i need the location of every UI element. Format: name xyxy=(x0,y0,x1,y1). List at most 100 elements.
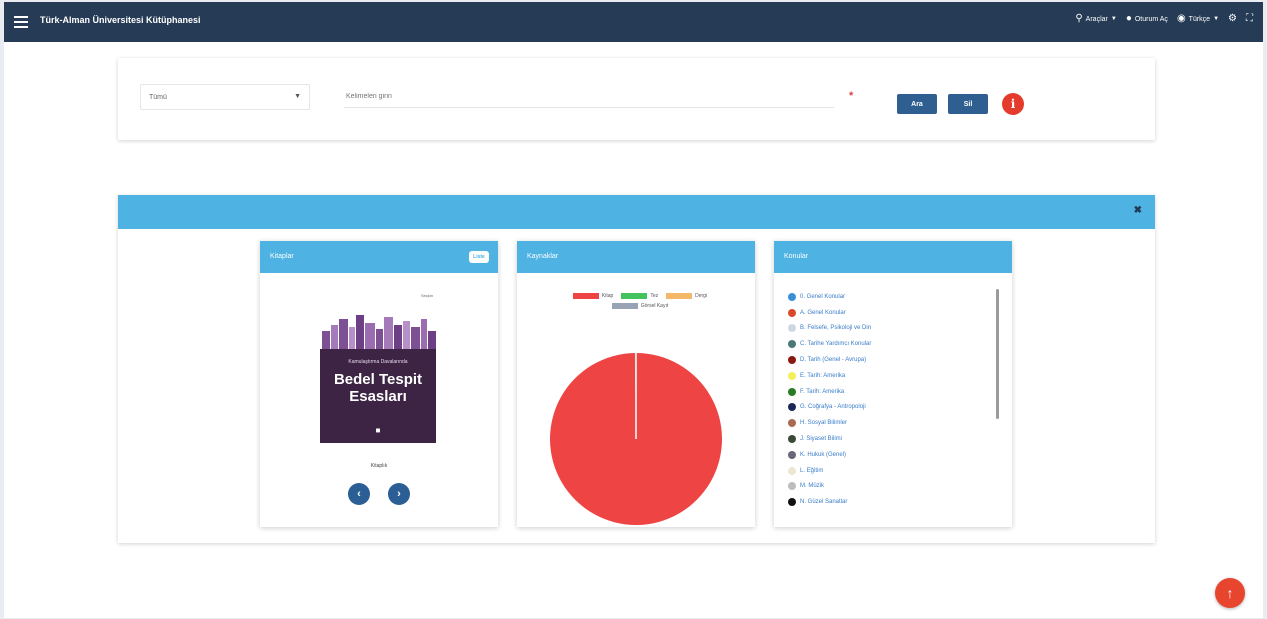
sources-card-title: Kaynaklar xyxy=(527,253,559,260)
chevron-left-icon: ‹ xyxy=(357,488,361,500)
scrollbar[interactable] xyxy=(996,289,999,419)
page: Türk-Alman Üniversitesi Kütüphanesi ⚲ Ar… xyxy=(4,2,1263,618)
nav-right: ⚲ Araçlar ▼ ● Oturum Aç ◉ Türkçe ▼ ⚙ ⛶ xyxy=(1075,14,1253,24)
subject-label: E. Tarih: Amerika xyxy=(800,372,846,379)
subject-item[interactable]: E. Tarih: Amerika xyxy=(788,368,993,384)
cover-body: Kamulaştırma Davalarında Bedel Tespit Es… xyxy=(320,349,436,443)
subject-label: L. Eğitim xyxy=(800,467,824,474)
results-panel: ✖ Kitaplar Liste Seçkin Kamulaştırma Dav… xyxy=(118,195,1155,543)
site-brand[interactable]: Türk-Alman Üniversitesi Kütüphanesi xyxy=(40,15,201,25)
sources-pie-chart xyxy=(550,353,722,525)
required-mark: * xyxy=(849,90,854,102)
legend-swatch xyxy=(621,293,648,299)
subject-color-dot xyxy=(788,340,796,349)
nav-tools[interactable]: ⚲ Araçlar ▼ xyxy=(1075,14,1116,24)
subjects-card-header: Konular xyxy=(774,241,1012,273)
subject-color-dot xyxy=(788,292,796,301)
subject-label: A. Genel Konular xyxy=(800,309,846,316)
subject-label: G. Coğrafya - Antropoloji xyxy=(800,404,866,411)
subject-color-dot xyxy=(788,435,796,444)
cover-subtitle: Kamulaştırma Davalarında xyxy=(348,359,408,365)
subject-color-dot xyxy=(788,482,796,491)
legend-label: Tez xyxy=(650,293,659,299)
fullscreen-button[interactable]: ⛶ xyxy=(1246,14,1253,24)
subject-item[interactable]: K. Hukuk (Genel) xyxy=(788,447,993,463)
legend-item[interactable]: Dergi xyxy=(666,293,707,299)
next-button[interactable]: › xyxy=(388,483,410,505)
search-icon: ⚲ xyxy=(1075,13,1083,24)
sources-card-header: Kaynaklar xyxy=(517,241,755,273)
subject-color-dot xyxy=(788,387,796,396)
results-header: ✖ xyxy=(118,195,1155,229)
subject-color-dot xyxy=(788,308,796,317)
scroll-to-top-button[interactable]: ↑ xyxy=(1215,578,1245,608)
legend-item[interactable]: Kitap xyxy=(572,293,614,299)
subject-item[interactable]: H. Sosyal Bilimler xyxy=(788,415,993,431)
nav-login-label: Oturum Aç xyxy=(1134,15,1168,23)
legend-label: Kitap xyxy=(601,293,614,299)
subject-item[interactable]: L. Eğitim xyxy=(788,463,993,479)
search-button[interactable]: Ara xyxy=(897,94,937,114)
book-label: Kitaplık xyxy=(370,463,388,469)
subjects-card-title: Konular xyxy=(784,253,809,260)
chevron-right-icon: › xyxy=(397,488,401,500)
subject-color-dot xyxy=(788,419,796,428)
subject-color-dot xyxy=(788,498,796,507)
search-type-select[interactable]: Tümü ▼ xyxy=(140,84,310,110)
books-card-header: Kitaplar Liste xyxy=(260,241,498,273)
subject-item[interactable]: J. Siyaset Bilimi xyxy=(788,431,993,447)
subject-label: M. Müzik xyxy=(800,483,824,490)
subject-item[interactable]: F. Tarih: Amerika xyxy=(788,384,993,400)
book-cover[interactable]: Seçkin Kamulaştırma Davalarında Bedel Te… xyxy=(320,291,436,445)
subject-label: B. Felsefe, Psikoloji ve Din xyxy=(800,325,872,332)
subject-label: D. Tarih (Genel - Avrupa) xyxy=(800,357,867,364)
cover-title: Bedel Tespit Esasları xyxy=(320,371,436,405)
subject-item[interactable]: N. Güzel Sanatlar xyxy=(788,494,993,507)
legend-item[interactable]: Görsel Kayıt xyxy=(611,303,668,309)
publisher-logo-icon: ◼ xyxy=(375,428,381,434)
subject-item[interactable]: D. Tarih (Genel - Avrupa) xyxy=(788,352,993,368)
books-card-title: Kitaplar xyxy=(270,253,294,260)
previous-button[interactable]: ‹ xyxy=(348,483,370,505)
subject-list: 0. Genel Konular A. Genel Konular B. Felse… xyxy=(788,289,993,507)
chart-legend: Kitap Tez Dergi Görsel Kayıt xyxy=(545,293,735,309)
close-icon[interactable]: ✖ xyxy=(1134,205,1142,216)
legend-swatch xyxy=(666,293,693,299)
search-type-value: Tümü xyxy=(149,94,167,101)
subject-color-dot xyxy=(788,324,796,333)
subject-item[interactable]: A. Genel Konular xyxy=(788,305,993,321)
subject-color-dot xyxy=(788,403,796,412)
subjects-card: Konular 0. Genel Konular A. Genel Konular… xyxy=(774,241,1012,527)
subject-item[interactable]: B. Felsefe, Psikoloji ve Din xyxy=(788,321,993,337)
arrow-up-icon: ↑ xyxy=(1226,585,1234,601)
nav-language[interactable]: ◉ Türkçe ▼ xyxy=(1177,14,1219,24)
nav-tools-label: Araçlar xyxy=(1085,15,1108,23)
cover-title-line2: Esasları xyxy=(349,388,407,405)
settings-button[interactable]: ⚙ xyxy=(1228,14,1237,24)
globe-icon: ◉ xyxy=(1176,13,1186,24)
nav-login[interactable]: ● Oturum Aç xyxy=(1126,14,1168,24)
search-input[interactable] xyxy=(344,86,834,108)
subject-label: H. Sosyal Bilimler xyxy=(800,420,848,427)
list-toggle-button[interactable]: Liste xyxy=(469,251,489,263)
subject-color-dot xyxy=(788,450,796,459)
subject-item[interactable]: C. Tarihe Yardımcı Konular xyxy=(788,336,993,352)
legend-label: Dergi xyxy=(695,293,708,299)
nav-language-label: Türkçe xyxy=(1188,15,1211,23)
legend-swatch xyxy=(611,303,638,309)
legend-item[interactable]: Tez xyxy=(621,293,658,299)
subject-item[interactable]: G. Coğrafya - Antropoloji xyxy=(788,400,993,416)
subject-label: C. Tarihe Yardımcı Konular xyxy=(800,341,872,348)
menu-icon[interactable] xyxy=(14,16,28,28)
sources-card: Kaynaklar Kitap Tez Dergi Görsel Kayıt xyxy=(517,241,755,527)
legend-swatch xyxy=(572,293,599,299)
info-icon[interactable]: i xyxy=(1002,93,1024,115)
subject-label: 0. Genel Konular xyxy=(800,293,846,300)
subject-color-dot xyxy=(788,466,796,475)
clear-button[interactable]: Sil xyxy=(948,94,988,114)
subject-label: J. Siyaset Bilimi xyxy=(800,436,843,443)
subject-item[interactable]: M. Müzik xyxy=(788,479,993,495)
cover-publisher: Seçkin xyxy=(420,293,433,298)
gears-icon: ⚙ xyxy=(1228,13,1237,24)
subject-item[interactable]: 0. Genel Konular xyxy=(788,289,993,305)
